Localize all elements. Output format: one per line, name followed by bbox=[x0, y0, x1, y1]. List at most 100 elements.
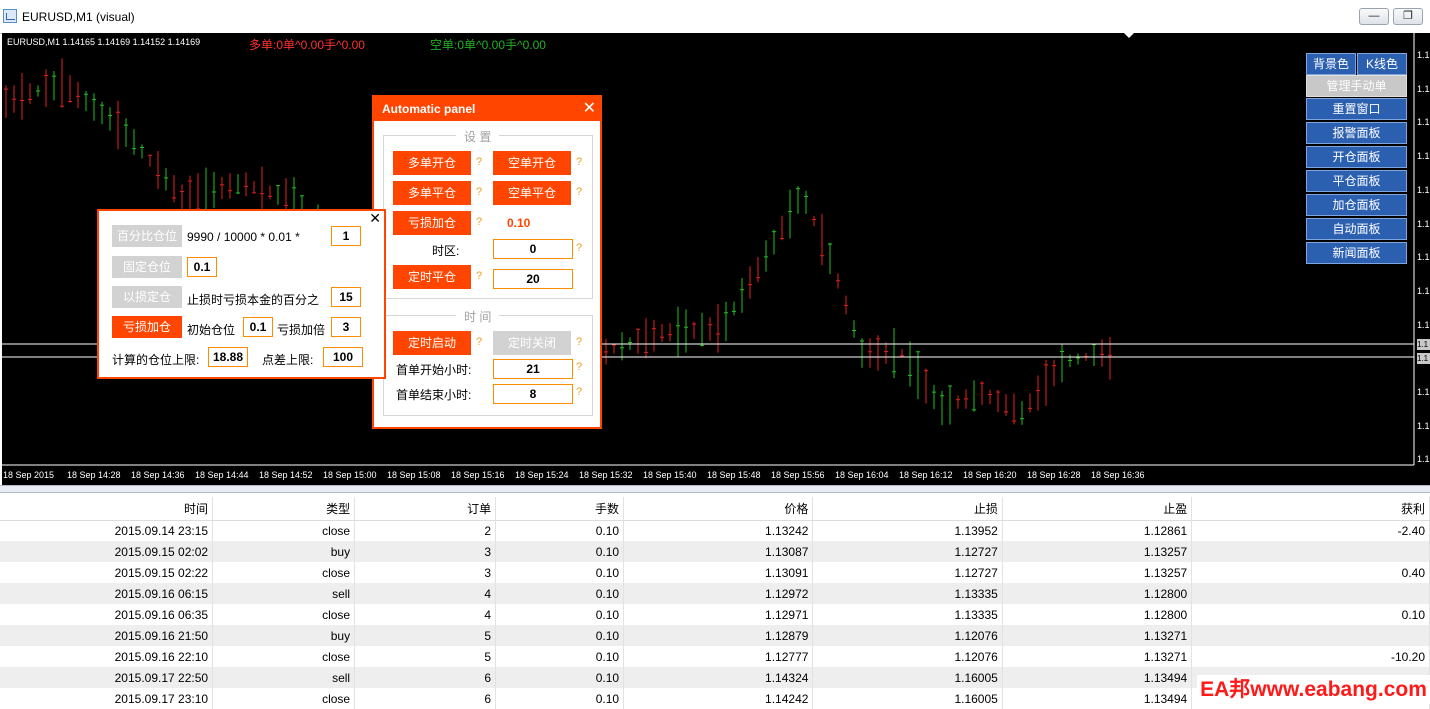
automatic-panel-header[interactable]: Automatic panel ✕ bbox=[374, 97, 600, 121]
risk-based-lot-button[interactable]: 以损定仓 bbox=[112, 286, 182, 308]
timed-close-input[interactable]: 20 bbox=[493, 269, 573, 289]
table-cell: 0.10 bbox=[1191, 604, 1430, 625]
timer-start-button[interactable]: 定时启动 bbox=[393, 331, 471, 355]
table-cell: 2015.09.16 21:50 bbox=[0, 625, 214, 646]
max-spread-label: 点差上限: bbox=[262, 353, 314, 367]
table-cell: 3 bbox=[354, 541, 497, 562]
help-icon[interactable]: ? bbox=[576, 336, 582, 348]
fixed-lot-button[interactable]: 固定仓位 bbox=[112, 256, 182, 278]
first-order-start-input[interactable]: 21 bbox=[493, 359, 573, 379]
table-cell: 1.13242 bbox=[623, 520, 814, 541]
table-row[interactable]: 2015.09.16 06:15 sell 4 0.10 1.12972 1.13335 1… bbox=[0, 583, 1430, 604]
column-header-order[interactable]: 订单 bbox=[354, 497, 497, 521]
table-row[interactable]: 2015.09.16 22:10 close 5 0.10 1.12777 1.12076… bbox=[0, 646, 1430, 667]
help-icon[interactable]: ? bbox=[476, 156, 482, 168]
help-icon[interactable]: ? bbox=[476, 336, 482, 348]
percent-lot-input[interactable]: 1 bbox=[331, 226, 361, 246]
percent-lot-button[interactable]: 百分比仓位 bbox=[112, 225, 182, 247]
time-tick: 18 Sep 15:56 bbox=[771, 470, 825, 480]
time-tick: 18 Sep 16:36 bbox=[1091, 470, 1145, 480]
restore-button[interactable]: ❐ bbox=[1393, 8, 1423, 25]
news-panel-button[interactable]: 新闻面板 bbox=[1306, 242, 1407, 264]
table-cell: 2015.09.15 02:22 bbox=[0, 562, 214, 583]
table-cell: -10.20 bbox=[1191, 646, 1430, 667]
table-cell: 0.10 bbox=[495, 688, 625, 709]
table-cell: 1.13257 bbox=[1002, 562, 1193, 583]
close-icon[interactable]: ✕ bbox=[369, 210, 381, 227]
short-close-button[interactable]: 空单平仓 bbox=[493, 181, 571, 205]
table-row[interactable]: 2015.09.14 23:15 close 2 0.10 1.13242 1.13952… bbox=[0, 520, 1430, 541]
column-header-profit[interactable]: 获利 bbox=[1191, 497, 1430, 521]
table-row[interactable]: 2015.09.15 02:22 close 3 0.10 1.13091 1.12727… bbox=[0, 562, 1430, 583]
open-panel-button[interactable]: 开仓面板 bbox=[1306, 146, 1407, 168]
timed-close-button[interactable]: 定时平仓 bbox=[393, 265, 471, 289]
help-icon[interactable]: ? bbox=[476, 186, 482, 198]
table-cell: 1.12879 bbox=[623, 625, 814, 646]
loss-add-button[interactable]: 亏损加仓 bbox=[393, 211, 471, 235]
table-cell: close bbox=[212, 604, 356, 625]
risk-percent-input[interactable]: 15 bbox=[331, 287, 361, 307]
help-icon[interactable]: ? bbox=[476, 216, 482, 228]
column-header-price[interactable]: 价格 bbox=[623, 497, 814, 521]
timer-stop-button[interactable]: 定时关闭 bbox=[493, 331, 571, 355]
time-tick: 18 Sep 15:32 bbox=[579, 470, 633, 480]
automatic-panel: Automatic panel ✕ 设 置 多单开仓 ? 空单开仓 ? 多单平仓… bbox=[372, 95, 602, 429]
help-icon[interactable]: ? bbox=[576, 361, 582, 373]
max-lot-input[interactable]: 18.88 bbox=[208, 347, 248, 367]
time-group-title: 时 间 bbox=[456, 308, 500, 325]
table-cell: 1.13494 bbox=[1002, 667, 1193, 688]
table-cell: 0.10 bbox=[495, 646, 625, 667]
time-tick: 18 Sep 2015 bbox=[3, 470, 55, 480]
table-cell: 1.12861 bbox=[1002, 520, 1193, 541]
short-open-button[interactable]: 空单开仓 bbox=[493, 151, 571, 175]
add-position-panel-button[interactable]: 加仓面板 bbox=[1306, 194, 1407, 216]
max-spread-input[interactable]: 100 bbox=[323, 347, 363, 367]
column-header-lots[interactable]: 手数 bbox=[495, 497, 625, 521]
martingale-lot-button[interactable]: 亏损加仓 bbox=[112, 316, 182, 338]
initial-lot-input[interactable]: 0.1 bbox=[243, 317, 273, 337]
column-header-type[interactable]: 类型 bbox=[212, 497, 356, 521]
alert-panel-button[interactable]: 报警面板 bbox=[1306, 122, 1407, 144]
column-header-time[interactable]: 时间 bbox=[0, 497, 214, 521]
column-header-take-profit[interactable]: 止盈 bbox=[1002, 497, 1193, 521]
minimize-button[interactable]: — bbox=[1359, 8, 1389, 25]
table-cell: 1.14242 bbox=[623, 688, 814, 709]
table-row[interactable]: 2015.09.16 06:35 close 4 0.10 1.12971 1.13335… bbox=[0, 604, 1430, 625]
panel-splitter[interactable] bbox=[0, 485, 1430, 493]
price-tick: 1.1 bbox=[1417, 252, 1430, 262]
help-icon[interactable]: ? bbox=[576, 156, 582, 168]
table-cell: 0.10 bbox=[495, 562, 625, 583]
close-icon[interactable]: ✕ bbox=[583, 98, 596, 118]
table-cell: 4 bbox=[354, 604, 497, 625]
table-cell: sell bbox=[212, 583, 356, 604]
column-header-stop-loss[interactable]: 止损 bbox=[812, 497, 1003, 521]
table-cell: 1.13091 bbox=[623, 562, 814, 583]
first-order-end-input[interactable]: 8 bbox=[493, 384, 573, 404]
bid-price-box: 1.1 bbox=[1417, 353, 1430, 364]
reset-window-button[interactable]: 重置窗口 bbox=[1306, 98, 1407, 120]
multiplier-input[interactable]: 3 bbox=[331, 317, 361, 337]
timezone-input[interactable]: 0 bbox=[493, 239, 573, 259]
table-cell: 2015.09.15 02:02 bbox=[0, 541, 214, 562]
auto-panel-button[interactable]: 自动面板 bbox=[1306, 218, 1407, 240]
table-row[interactable]: 2015.09.16 21:50 buy 5 0.10 1.12879 1.12076 1.… bbox=[0, 625, 1430, 646]
short-orders-info: 空单:0单^0.00手^0.00 bbox=[430, 38, 546, 52]
table-cell: 2015.09.17 23:10 bbox=[0, 688, 214, 709]
long-close-button[interactable]: 多单平仓 bbox=[393, 181, 471, 205]
help-icon[interactable]: ? bbox=[576, 186, 582, 198]
time-tick: 18 Sep 15:16 bbox=[451, 470, 505, 480]
help-icon[interactable]: ? bbox=[576, 386, 582, 398]
help-icon[interactable]: ? bbox=[576, 242, 582, 254]
time-tick: 18 Sep 15:08 bbox=[387, 470, 441, 480]
help-icon[interactable]: ? bbox=[476, 270, 482, 282]
long-open-button[interactable]: 多单开仓 bbox=[393, 151, 471, 175]
table-cell: 0.10 bbox=[495, 604, 625, 625]
fixed-lot-input[interactable]: 0.1 bbox=[187, 257, 217, 277]
background-color-button[interactable]: 背景色 bbox=[1306, 53, 1356, 75]
time-tick: 18 Sep 15:24 bbox=[515, 470, 569, 480]
close-panel-button[interactable]: 平仓面板 bbox=[1306, 170, 1407, 192]
manage-manual-orders-button[interactable]: 管理手动单 bbox=[1306, 75, 1407, 97]
candle-color-button[interactable]: K线色 bbox=[1357, 53, 1407, 75]
table-cell: 1.16005 bbox=[812, 688, 1003, 709]
table-row[interactable]: 2015.09.15 02:02 buy 3 0.10 1.13087 1.12727 1.… bbox=[0, 541, 1430, 562]
